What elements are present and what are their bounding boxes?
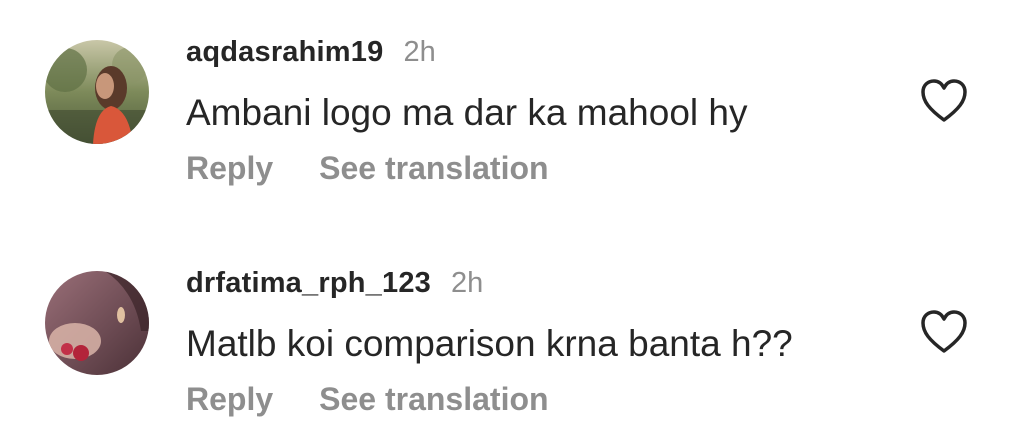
comment-header: drfatima_rph_123 2h [186, 267, 483, 307]
user-avatar[interactable] [45, 40, 149, 144]
avatar-photo-icon [45, 40, 149, 144]
comment-actions: Reply See translation [186, 150, 549, 187]
see-translation-button[interactable]: See translation [319, 381, 548, 418]
comment-header: aqdasrahim19 2h [186, 36, 436, 76]
comment-time: 2h [403, 36, 436, 68]
heart-icon[interactable] [919, 309, 969, 355]
reply-button[interactable]: Reply [186, 381, 273, 418]
avatar-photo-icon [45, 271, 149, 375]
heart-icon[interactable] [919, 78, 969, 124]
username-link[interactable]: aqdasrahim19 [186, 36, 383, 69]
username-link[interactable]: drfatima_rph_123 [186, 267, 431, 300]
comment-actions: Reply See translation [186, 381, 549, 418]
comment-item: aqdasrahim19 2h Ambani logo ma dar ka ma… [0, 22, 1024, 212]
reply-button[interactable]: Reply [186, 150, 273, 187]
comment-time: 2h [450, 267, 484, 299]
see-translation-button[interactable]: See translation [319, 150, 548, 187]
comment-text: Ambani logo ma dar ka mahool hy [186, 92, 748, 133]
comment-text: Matlb koi comparison krna banta h?? [186, 323, 793, 364]
user-avatar[interactable] [45, 271, 149, 375]
comment-item: drfatima_rph_123 2h Matlb koi comparison… [0, 253, 1024, 443]
